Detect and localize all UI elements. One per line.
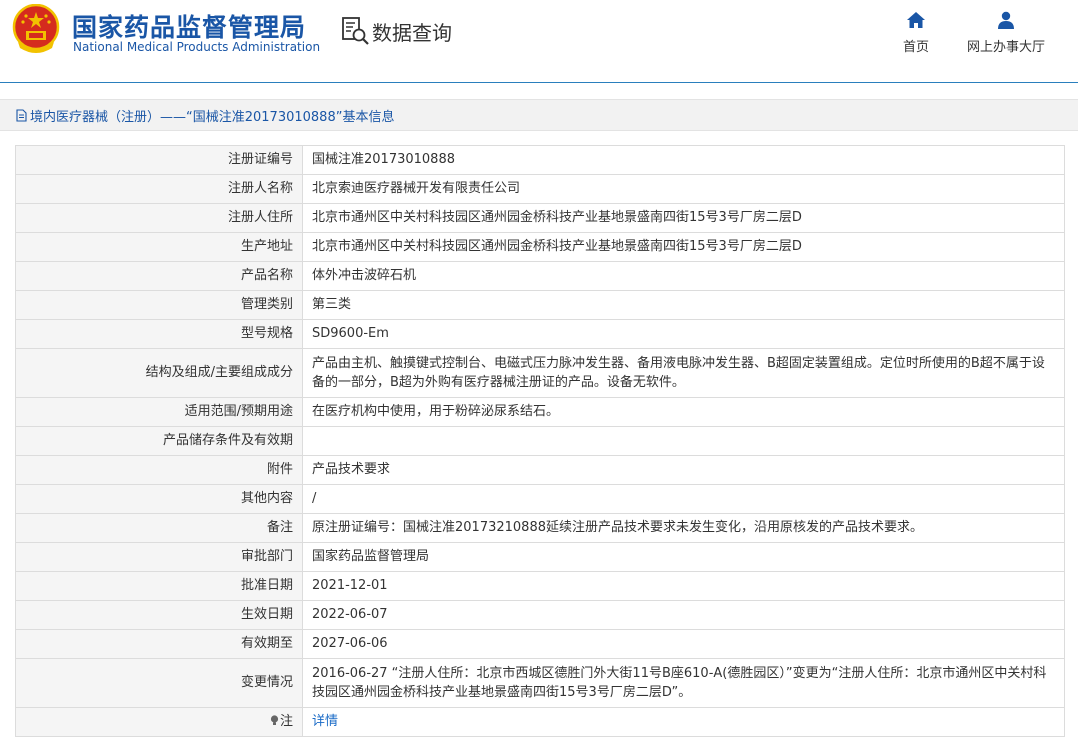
nav-home-label: 首页 [902, 40, 929, 55]
row-value: 国家药品监督管理局 [302, 542, 1065, 572]
row-value: 2016-06-27 “注册人住所：北京市西城区德胜门外大街11号B座610-A… [302, 658, 1065, 708]
row-value: 2022-06-07 [302, 600, 1065, 630]
nav-online-hall-label: 网上办事大厅 [966, 40, 1045, 55]
table-row: 备注 原注册证编号：国械注准20173210888延续注册产品技术要求未发生变化… [15, 513, 1065, 543]
row-value: 第三类 [302, 290, 1065, 320]
table-row: 型号规格 SD9600-Em [15, 319, 1065, 349]
table-row: 注册证编号 国械注准20173010888 [15, 145, 1065, 175]
table-row: 变更情况 2016-06-27 “注册人住所：北京市西城区德胜门外大街11号B座… [15, 658, 1065, 708]
table-row: 其他内容 / [15, 484, 1065, 514]
details-link[interactable]: 详情 [312, 714, 338, 729]
row-label: 备注 [15, 513, 303, 543]
table-row: 生产地址 北京市通州区中关村科技园区通州园金桥科技产业基地景盛南四街15号3号厂… [15, 232, 1065, 262]
row-label: 管理类别 [15, 290, 303, 320]
table-row: 适用范围/预期用途 在医疗机构中使用，用于粉碎泌尿系结石。 [15, 397, 1065, 427]
data-search-label: 数据查询 [372, 20, 452, 45]
table-row: 有效期至 2027-06-06 [15, 629, 1065, 659]
row-label: 适用范围/预期用途 [15, 397, 303, 427]
table-row: 注册人住所 北京市通州区中关村科技园区通州园金桥科技产业基地景盛南四街15号3号… [15, 203, 1065, 233]
row-label: 产品储存条件及有效期 [15, 426, 303, 456]
table-row: 生效日期 2022-06-07 [15, 600, 1065, 630]
row-label: 变更情况 [15, 658, 303, 708]
row-value: / [302, 484, 1065, 514]
row-label: 注册人住所 [15, 203, 303, 233]
table-row: 批准日期 2021-12-01 [15, 571, 1065, 601]
site-header: 国家药品监督管理局 National Medical Products Admi… [0, 0, 1078, 83]
row-label: 结构及组成/主要组成成分 [15, 348, 303, 398]
row-label: 批准日期 [15, 571, 303, 601]
row-label: 其他内容 [15, 484, 303, 514]
row-label: 型号规格 [15, 319, 303, 349]
table-row: 产品储存条件及有效期 [15, 426, 1065, 456]
table-row: 管理类别 第三类 [15, 290, 1065, 320]
section-title-bar: 境内医疗器械（注册）——“国械注准20173010888”基本信息 [0, 99, 1078, 131]
row-value: 在医疗机构中使用，用于粉碎泌尿系结石。 [302, 397, 1065, 427]
table-row: 审批部门 国家药品监督管理局 [15, 542, 1065, 572]
row-value: 产品由主机、触摸键式控制台、电磁式压力脉冲发生器、备用液电脉冲发生器、B超固定装… [302, 348, 1065, 398]
table-row: 产品名称 体外冲击波碎石机 [15, 261, 1065, 291]
row-value: SD9600-Em [302, 319, 1065, 349]
brand-title-en: National Medical Products Administration [73, 40, 321, 54]
row-value: 原注册证编号：国械注准20173210888延续注册产品技术要求未发生变化，沿用… [302, 513, 1065, 543]
row-label: 生产地址 [15, 232, 303, 262]
nav-online-hall-link[interactable]: 网上办事大厅 [962, 10, 1050, 55]
lightbulb-icon [270, 715, 279, 726]
nav-home-link[interactable]: 首页 [898, 10, 934, 55]
user-icon [998, 11, 1014, 29]
note-label-cell: 注 [15, 707, 303, 737]
page-icon [16, 108, 27, 122]
table-row: 结构及组成/主要组成成分 产品由主机、触摸键式控制台、电磁式压力脉冲发生器、备用… [15, 348, 1065, 398]
note-value-cell: 详情 [302, 707, 1065, 737]
row-value: 2027-06-06 [302, 629, 1065, 659]
row-value: 北京市通州区中关村科技园区通州园金桥科技产业基地景盛南四街15号3号厂房二层D [302, 203, 1065, 233]
row-label: 有效期至 [15, 629, 303, 659]
registration-info-table: 注册证编号 国械注准20173010888 注册人名称 北京索迪医疗器械开发有限… [15, 145, 1065, 737]
national-emblem-icon [12, 4, 60, 53]
row-value [302, 426, 1065, 456]
row-label: 生效日期 [15, 600, 303, 630]
document-search-icon [342, 17, 369, 45]
row-label: 产品名称 [15, 261, 303, 291]
row-value: 产品技术要求 [302, 455, 1065, 485]
brand-title-cn: 国家药品监督管理局 [72, 13, 307, 42]
row-label: 注册证编号 [15, 145, 303, 175]
row-label: 附件 [15, 455, 303, 485]
row-label: 注册人名称 [15, 174, 303, 204]
row-value: 体外冲击波碎石机 [302, 261, 1065, 291]
row-value: 北京市通州区中关村科技园区通州园金桥科技产业基地景盛南四街15号3号厂房二层D [302, 232, 1065, 262]
table-row: 附件 产品技术要求 [15, 455, 1065, 485]
note-row: 注 详情 [15, 707, 1065, 737]
row-value: 北京索迪医疗器械开发有限责任公司 [302, 174, 1065, 204]
note-label: 注 [279, 714, 293, 730]
table-row: 注册人名称 北京索迪医疗器械开发有限责任公司 [15, 174, 1065, 204]
row-label: 审批部门 [15, 542, 303, 572]
section-title: 境内医疗器械（注册）——“国械注准20173010888”基本信息 [30, 109, 395, 125]
row-value: 国械注准20173010888 [302, 145, 1065, 175]
data-search-title: 数据查询 [341, 16, 452, 46]
row-value: 2021-12-01 [302, 571, 1065, 601]
home-icon [907, 12, 925, 28]
